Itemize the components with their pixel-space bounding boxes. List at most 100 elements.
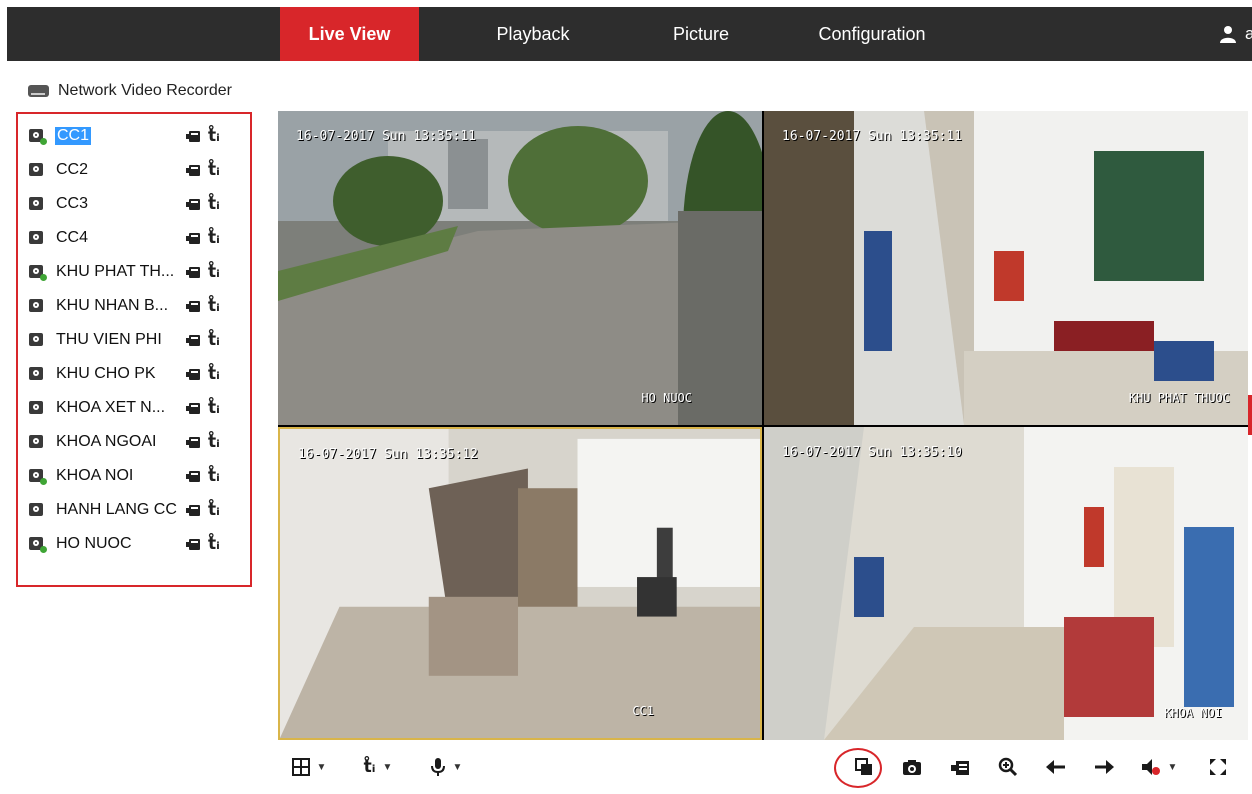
video-tile-1[interactable]: 16-07-2017 Sun 13:35:11 HO NUOC	[278, 111, 762, 425]
stream-type-icon[interactable]: t̊ᵢ	[208, 432, 220, 452]
next-page-icon	[1095, 760, 1114, 774]
microphone-icon	[430, 758, 445, 776]
tab-picture[interactable]: Picture	[635, 7, 767, 61]
camera-list: CC1 t̊ᵢ CC2 t̊ᵢ CC3 t̊ᵢ CC4 t̊ᵢ KHU PHAT…	[16, 112, 252, 587]
camera-icon	[29, 163, 43, 176]
panel-collapse-tab[interactable]	[1248, 395, 1252, 435]
user-menu[interactable]: a	[1219, 7, 1252, 61]
record-icon	[951, 760, 969, 775]
highlight-annotation	[834, 748, 882, 788]
camera-item-cc1[interactable]: CC1 t̊ᵢ	[18, 120, 250, 154]
manual-record-icon[interactable]	[186, 198, 200, 210]
device-title: Network Video Recorder	[58, 82, 233, 99]
stream-type-icon[interactable]: t̊ᵢ	[208, 296, 220, 316]
manual-record-icon[interactable]	[186, 334, 200, 346]
tab-playback[interactable]: Playback	[459, 7, 607, 61]
stream-type-icon[interactable]: t̊ᵢ	[208, 160, 220, 180]
video-tile-3[interactable]: 16-07-2017 Sun 13:35:12 CC1	[278, 427, 762, 740]
camera-name: KHU PHAT TH...	[56, 263, 175, 280]
audio-off-icon	[1141, 759, 1160, 775]
osd-channel-label: KHOA NOI	[1164, 706, 1222, 720]
camera-item-cc4[interactable]: CC4 t̊ᵢ	[18, 222, 250, 256]
camera-item-thu-vien-phi[interactable]: THU VIEN PHI t̊ᵢ	[18, 324, 250, 358]
camera-item-hanh-lang-cc[interactable]: HANH LANG CC t̊ᵢ	[18, 494, 250, 528]
camera-name: KHU NHAN B...	[56, 297, 169, 314]
manual-record-icon[interactable]	[186, 130, 200, 142]
previous-page-button[interactable]	[1036, 745, 1076, 789]
osd-channel-label: CC1	[632, 704, 654, 718]
video-tile-4[interactable]: 16-07-2017 Sun 13:35:10 KHOA NOI	[764, 427, 1248, 740]
video-tile-2[interactable]: 16-07-2017 Sun 13:35:11 KHU PHAT THUOC	[764, 111, 1248, 425]
osd-timestamp: 16-07-2017 Sun 13:35:10	[782, 445, 963, 460]
camera-icon	[29, 537, 47, 553]
stream-type-icon[interactable]: t̊ᵢ	[208, 228, 220, 248]
two-way-audio-button[interactable]: ▼	[422, 745, 470, 789]
camera-icon	[29, 401, 43, 414]
capture-icon	[903, 759, 921, 775]
stream-type-icon[interactable]: t̊ᵢ	[208, 364, 220, 384]
window-layout-button[interactable]: ▼	[286, 745, 332, 789]
stream-type-icon[interactable]: t̊ᵢ	[208, 398, 220, 418]
camera-item-khu-phat-thuoc[interactable]: KHU PHAT TH... t̊ᵢ	[18, 256, 250, 290]
manual-record-icon[interactable]	[186, 470, 200, 482]
camera-item-khoa-ngoai[interactable]: KHOA NGOAI t̊ᵢ	[18, 426, 250, 460]
device-tree-header[interactable]: Network Video Recorder	[28, 82, 232, 100]
osd-timestamp: 16-07-2017 Sun 13:35:11	[782, 129, 963, 144]
live-view-toolbar: ▼ t̊ᵢ ▼ ▼ ▼	[278, 745, 1248, 789]
tab-live-view[interactable]: Live View	[280, 7, 419, 61]
tab-configuration[interactable]: Configuration	[797, 7, 947, 61]
stream-type-icon[interactable]: t̊ᵢ	[208, 500, 220, 520]
chevron-down-icon: ▼	[316, 761, 327, 773]
stream-type-icon[interactable]: t̊ᵢ	[208, 126, 220, 146]
video-frame	[764, 111, 1248, 425]
stream-type-icon[interactable]: t̊ᵢ	[208, 534, 220, 554]
camera-item-khu-nhan-b[interactable]: KHU NHAN B... t̊ᵢ	[18, 290, 250, 324]
manual-record-icon[interactable]	[186, 164, 200, 176]
camera-name: HANH LANG CC	[56, 501, 177, 518]
manual-record-icon[interactable]	[186, 436, 200, 448]
camera-icon	[29, 435, 43, 448]
stream-type-icon: t̊ᵢ	[363, 757, 376, 777]
camera-name: CC3	[56, 195, 89, 212]
camera-item-cc3[interactable]: CC3 t̊ᵢ	[18, 188, 250, 222]
camera-name: CC4	[56, 229, 89, 246]
osd-channel-label: KHU PHAT THUOC	[1128, 391, 1230, 405]
camera-icon	[29, 129, 47, 145]
camera-icon	[29, 299, 43, 312]
manual-record-icon[interactable]	[186, 266, 200, 278]
fullscreen-icon	[1210, 759, 1226, 775]
manual-record-icon[interactable]	[186, 368, 200, 380]
camera-icon	[29, 469, 47, 485]
camera-item-khu-cho-pk[interactable]: KHU CHO PK t̊ᵢ	[18, 358, 250, 392]
stream-type-icon[interactable]: t̊ᵢ	[208, 194, 220, 214]
stream-type-icon[interactable]: t̊ᵢ	[208, 262, 220, 282]
camera-item-khoa-xet-n[interactable]: KHOA XET N... t̊ᵢ	[18, 392, 250, 426]
camera-name: CC1	[55, 127, 92, 145]
camera-item-ho-nuoc[interactable]: HO NUOC t̊ᵢ	[18, 528, 250, 562]
manual-record-icon[interactable]	[186, 402, 200, 414]
camera-name: KHU CHO PK	[56, 365, 156, 382]
camera-name: THU VIEN PHI	[56, 331, 162, 348]
camera-item-cc2[interactable]: CC2 t̊ᵢ	[18, 154, 250, 188]
camera-name: HO NUOC	[56, 535, 132, 552]
window-layout-icon	[291, 758, 310, 776]
manual-record-icon[interactable]	[186, 232, 200, 244]
digital-zoom-button[interactable]	[988, 745, 1028, 789]
manual-record-icon[interactable]	[186, 300, 200, 312]
record-button[interactable]	[940, 745, 980, 789]
stream-type-icon[interactable]: t̊ᵢ	[208, 330, 220, 350]
chevron-down-icon: ▼	[1167, 761, 1178, 773]
manual-record-icon[interactable]	[186, 538, 200, 550]
stream-type-icon[interactable]: t̊ᵢ	[208, 466, 220, 486]
camera-item-khoa-noi[interactable]: KHOA NOI t̊ᵢ	[18, 460, 250, 494]
video-frame	[280, 429, 760, 738]
next-page-button[interactable]	[1084, 745, 1124, 789]
manual-record-icon[interactable]	[186, 504, 200, 516]
stream-type-button[interactable]: t̊ᵢ ▼	[354, 745, 402, 789]
top-navigation-bar: Live View Playback Picture Configuration…	[7, 7, 1252, 61]
live-view-grid: 16-07-2017 Sun 13:35:11 HO NUOC 16-07-20…	[278, 111, 1248, 740]
fullscreen-button[interactable]	[1198, 745, 1238, 789]
audio-button[interactable]: ▼	[1134, 745, 1184, 789]
capture-button[interactable]	[892, 745, 932, 789]
camera-name: KHOA XET N...	[56, 399, 166, 416]
